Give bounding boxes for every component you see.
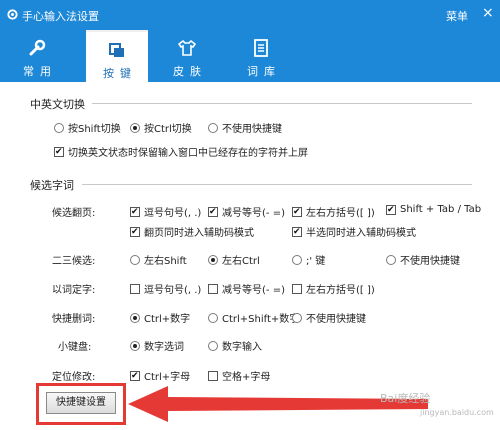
radio-icon (130, 254, 140, 265)
checkbox-icon (130, 226, 140, 237)
radio-ctrl-switch[interactable]: 按Ctrl切换 (130, 120, 192, 135)
radio-lr-shift[interactable]: 左右Shift (130, 252, 187, 267)
row-label-locate: 定位修改: (52, 372, 96, 383)
option-label: Ctrl+数字 (144, 314, 191, 325)
radio-icon (208, 340, 218, 351)
row-label-second-third: 二三候选: (52, 256, 96, 267)
tab-label: 皮肤 (173, 65, 207, 78)
radio-number-select[interactable]: 数字选词 (130, 338, 184, 353)
highlight-box (36, 383, 126, 425)
row-label-quick-delete: 快捷删词: (52, 314, 96, 325)
option-label: ;' 键 (306, 256, 326, 267)
checkbox-icon (292, 226, 302, 237)
option-label: 左右Shift (144, 256, 187, 267)
option-label: 左右方括号([ ]) (306, 208, 375, 219)
option-label: 减号等号(- =) (222, 208, 285, 219)
checkbox-minus-equal[interactable]: 减号等号(- =) (208, 204, 285, 219)
checkbox-keep-text[interactable]: 切换英文状态时保留输入窗口中已经存在的字符并上屏 (54, 144, 308, 159)
tab-label: 常用 (23, 65, 57, 78)
checkbox-icon (130, 283, 140, 294)
divider (92, 103, 472, 104)
wrench-icon (29, 39, 46, 56)
watermark-sub: jingyan.baidu.com (420, 408, 494, 417)
radio-ctrl-number[interactable]: Ctrl+数字 (130, 310, 190, 325)
checkbox-icon (292, 206, 302, 217)
checkbox-icon (208, 206, 218, 217)
window-title: 手心输入法设置 (22, 10, 99, 23)
option-label: 不使用快捷键 (306, 314, 366, 325)
checkbox-icon (54, 146, 64, 157)
radio-icon (386, 254, 396, 265)
option-label: 左右Ctrl (222, 256, 260, 267)
radio-icon (130, 122, 140, 133)
option-label: 翻页同时进入辅助码模式 (144, 228, 254, 239)
radio-icon (54, 122, 64, 133)
tab-skin[interactable]: 皮肤 (156, 30, 218, 82)
option-label: 半选同时进入辅助码模式 (306, 228, 416, 239)
tab-bar: 常用 按键 皮肤 词库 (0, 30, 500, 82)
radio-lr-ctrl[interactable]: 左右Ctrl (208, 252, 260, 267)
option-label: 切换英文状态时保留输入窗口中已经存在的字符并上屏 (68, 148, 308, 159)
row-label-keypad: 小键盘: (58, 342, 92, 353)
option-label: 左右方括号([ ]) (306, 285, 375, 296)
shirt-icon (177, 39, 197, 56)
radio-icon (292, 312, 302, 323)
checkbox-half-assist[interactable]: 半选同时进入辅助码模式 (292, 224, 416, 239)
option-label: 不使用快捷键 (222, 124, 282, 135)
section-title-cn-en: 中英文切换 (30, 98, 85, 111)
option-label: 减号等号(- =) (222, 285, 285, 296)
option-label: Ctrl+Shift+数字 (222, 314, 300, 325)
radio-icon (130, 312, 140, 323)
title-bar: 手心输入法设置 菜单 × (0, 0, 500, 30)
checkbox-brackets[interactable]: 左右方括号([ ]) (292, 204, 375, 219)
tab-keys[interactable]: 按键 (86, 30, 148, 82)
option-label: 按Ctrl切换 (144, 124, 192, 135)
radio-shift-switch[interactable]: 按Shift切换 (54, 120, 121, 135)
divider (82, 184, 472, 185)
checkbox-comma-period[interactable]: 逗号句号(, .) (130, 204, 201, 219)
radio-icon (292, 254, 302, 265)
radio-icon (208, 254, 218, 265)
tab-label: 词库 (247, 65, 281, 78)
tab-common[interactable]: 常用 (6, 30, 68, 82)
option-label: 数字选词 (144, 342, 184, 353)
checkbox-page-assist[interactable]: 翻页同时进入辅助码模式 (130, 224, 254, 239)
radio-no-shortcut[interactable]: 不使用快捷键 (208, 120, 282, 135)
keys-icon (109, 43, 124, 57)
radio-icon (130, 340, 140, 351)
option-label: Shift + Tab / Tab (400, 204, 482, 215)
option-label: 按Shift切换 (68, 124, 121, 135)
option-label: 数字输入 (222, 342, 262, 353)
tab-dictionary[interactable]: 词库 (230, 30, 292, 82)
checkbox-icon (208, 283, 218, 294)
row-label-page-turn: 候选翻页: (52, 208, 96, 219)
menu-button[interactable]: 菜单 (446, 8, 468, 24)
row-label-word-by-word: 以词定字: (52, 285, 96, 296)
checkbox-icon (292, 283, 302, 294)
document-icon (254, 39, 268, 57)
radio-no-shortcut-3[interactable]: 不使用快捷键 (292, 310, 366, 325)
gear-icon (7, 9, 18, 20)
checkbox-shift-tab[interactable]: Shift + Tab / Tab (386, 204, 481, 215)
tab-label: 按键 (103, 67, 137, 80)
checkbox-icon (130, 206, 140, 217)
watermark: Bai度经验 (380, 392, 431, 405)
checkbox-icon (386, 204, 396, 215)
close-button[interactable]: × (482, 5, 494, 21)
radio-no-shortcut-2[interactable]: 不使用快捷键 (386, 252, 460, 267)
section-title-candidates: 候选字词 (30, 179, 74, 192)
radio-number-input[interactable]: 数字输入 (208, 338, 262, 353)
radio-icon (208, 312, 218, 323)
radio-ctrl-shift-number[interactable]: Ctrl+Shift+数字 (208, 310, 299, 325)
checkbox-wbw-comma[interactable]: 逗号句号(, .) (130, 281, 201, 296)
option-label: 逗号句号(, .) (144, 285, 202, 296)
option-label: 逗号句号(, .) (144, 208, 202, 219)
option-label: 不使用快捷键 (400, 256, 460, 267)
checkbox-wbw-minus[interactable]: 减号等号(- =) (208, 281, 285, 296)
checkbox-wbw-brackets[interactable]: 左右方括号([ ]) (292, 281, 375, 296)
radio-icon (208, 122, 218, 133)
radio-semicolon-quote[interactable]: ;' 键 (292, 252, 325, 267)
